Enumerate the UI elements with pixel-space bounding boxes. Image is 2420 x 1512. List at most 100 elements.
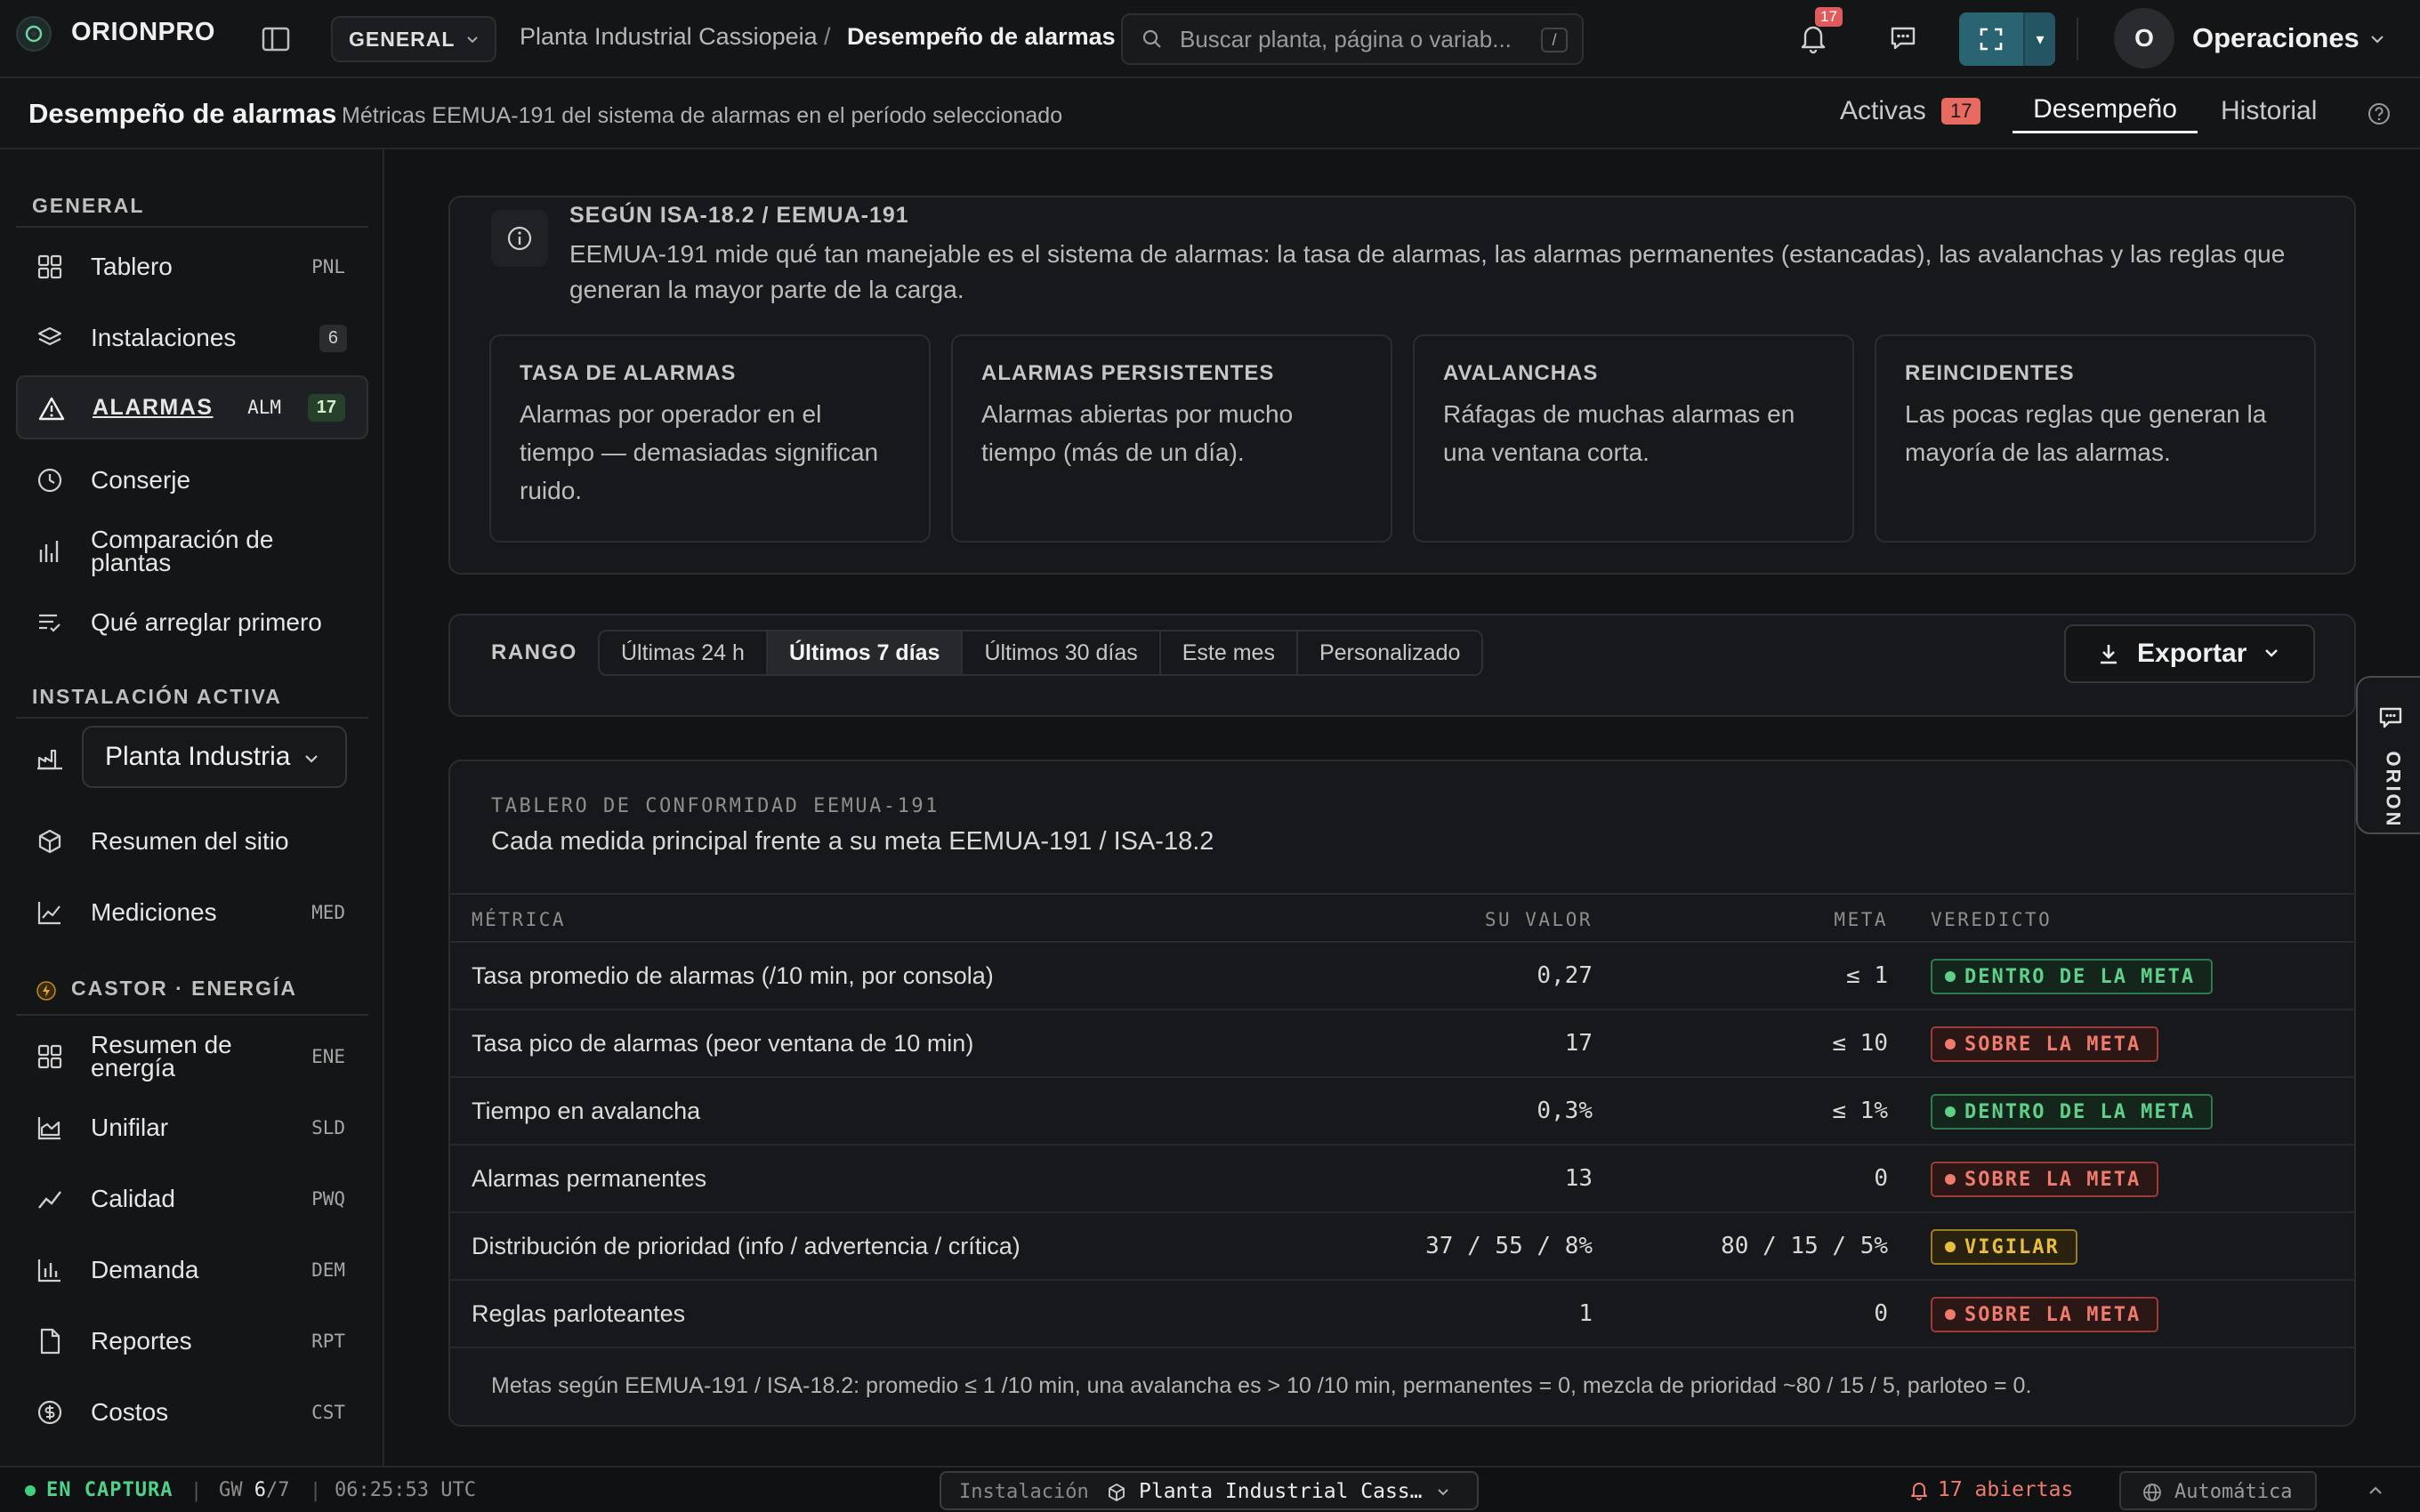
sidebar-item-costs[interactable]: Costos CST (16, 1380, 368, 1444)
mode-selector[interactable]: Automática (2119, 1471, 2317, 1510)
status-badge-label: DENTRO DE LA META (1964, 965, 2196, 988)
sidebar-item-energy-summary[interactable]: Resumen de energía ENE (16, 1025, 368, 1089)
sidebar-item-label: Mediciones (91, 898, 217, 926)
metric-value: 0,27 (1537, 962, 1593, 989)
scorecard-footnote: Metas según EEMUA-191 / ISA-18.2: promed… (491, 1373, 2032, 1398)
divider (16, 1014, 368, 1016)
warning-icon (38, 397, 65, 421)
divider: | (310, 1480, 322, 1502)
workspace-label: GENERAL (349, 27, 456, 51)
sidebar-item-single-line[interactable]: Unifilar SLD (16, 1096, 368, 1160)
table-row: Tiempo en avalancha 0,3% ≤ 1% DENTRO DE … (450, 1078, 2354, 1146)
help-icon[interactable] (2367, 101, 2392, 126)
sidebar-item-code: PWQ (311, 1188, 345, 1210)
range-option-custom[interactable]: Personalizado (1298, 631, 1481, 674)
table-row: Tasa pico de alarmas (peor ventana de 10… (450, 1010, 2354, 1078)
search-input[interactable]: Buscar planta, página o variab... / (1121, 13, 1584, 65)
status-badge: SOBRE LA META (1931, 1162, 2159, 1197)
clock-icon (37, 468, 62, 493)
fullscreen-button[interactable]: ▾ (1959, 12, 2055, 66)
tab-active[interactable]: Activas (1840, 96, 1926, 126)
export-button[interactable]: Exportar (2064, 624, 2315, 683)
sidebar-item-plant-comparison[interactable]: Comparación de plantas (16, 519, 368, 583)
sidebar-item-site-summary[interactable]: Resumen del sitio (16, 809, 368, 873)
sidebar-item-alarms[interactable]: ALARMAS ALM 17 (16, 375, 368, 439)
search-shortcut: / (1541, 28, 1568, 52)
sidebar-toggle-icon[interactable] (260, 23, 292, 55)
installation-selector[interactable]: Instalación Planta Industrial Cass… (940, 1471, 1479, 1510)
sidebar-item-code: CST (311, 1402, 345, 1423)
range-selector: Últimas 24 h Últimos 7 días Últimos 30 d… (598, 630, 1484, 676)
metric-value: 1 (1578, 1300, 1593, 1327)
fullscreen-dropdown-icon[interactable]: ▾ (2023, 12, 2055, 66)
user-name[interactable]: Operaciones (2192, 22, 2360, 54)
sidebar-item-quality[interactable]: Calidad PWQ (16, 1167, 368, 1231)
sidebar-item-measurements[interactable]: Mediciones MED (16, 881, 368, 945)
top-bar: ORIONPRO GENERAL Planta Industrial Cassi… (0, 0, 2420, 78)
chat-icon[interactable] (1888, 23, 1918, 53)
concept-card-repeat-offenders: REINCIDENTES Las pocas reglas que genera… (1875, 334, 2316, 543)
grid-icon (37, 1044, 62, 1069)
plant-selector[interactable]: Planta Industrial Cassiopeia (82, 726, 347, 788)
sidebar-item-demand[interactable]: Demanda DEM (16, 1238, 368, 1302)
sidebar-item-fix-first[interactable]: Qué arreglar primero (16, 591, 368, 655)
tab-performance[interactable]: Desempeño (2013, 94, 2198, 133)
divider (16, 717, 368, 719)
concept-card-body: Las pocas reglas que generan la mayoría … (1905, 400, 2267, 466)
sidebar-item-label: Tablero (91, 253, 173, 280)
open-alarms-count[interactable]: 17 abiertas (1938, 1478, 2073, 1501)
metric-name: Reglas parloteantes (472, 1300, 686, 1327)
sidebar-section-energy: CASTOR · ENERGÍA (71, 977, 297, 1000)
tab-history[interactable]: Historial (2221, 96, 2317, 126)
workspace-selector[interactable]: GENERAL (331, 16, 496, 62)
sidebar-item-code: MED (311, 902, 345, 923)
table-row: Alarmas permanentes 13 0 SOBRE LA META (450, 1146, 2354, 1213)
status-badge-label: VIGILAR (1964, 1235, 2060, 1259)
energy-icon (36, 981, 56, 1001)
chevron-down-icon (2265, 649, 2279, 657)
column-header-goal: META (1834, 909, 1888, 930)
status-badge-label: SOBRE LA META (1964, 1303, 2142, 1326)
sidebar-item-reports[interactable]: Reportes RPT (16, 1309, 368, 1373)
sidebar-item-dashboard[interactable]: Tablero PNL (16, 235, 368, 299)
status-badge-label: DENTRO DE LA META (1964, 1100, 2196, 1123)
gateway-status: GW 6/7 (219, 1479, 290, 1501)
info-title: SEGÚN ISA-18.2 / EEMUA-191 (569, 203, 909, 228)
currency-icon (37, 1400, 62, 1425)
status-bar: EN CAPTURA | GW 6/7 | 06:25:53 UTC Insta… (0, 1466, 2420, 1512)
status-badge: VIGILAR (1931, 1229, 2077, 1265)
orion-assistant-tab[interactable]: ORION (2356, 676, 2420, 834)
sidebar-item-label: Unifilar (91, 1114, 169, 1141)
eemua-info-panel: SEGÚN ISA-18.2 / EEMUA-191 EEMUA-191 mid… (448, 196, 2356, 575)
table-header: MÉTRICA SU VALOR META VEREDICTO (450, 893, 2354, 943)
capture-status: EN CAPTURA (46, 1479, 173, 1501)
chevron-down-icon[interactable] (2368, 30, 2386, 48)
metric-name: Alarmas permanentes (472, 1165, 707, 1192)
globe-icon (2143, 1484, 2161, 1501)
orion-logo-icon[interactable] (16, 16, 52, 52)
metric-goal: 0 (1874, 1300, 1888, 1327)
range-option-this-month[interactable]: Este mes (1161, 631, 1298, 674)
scorecard-title: Cada medida principal frente a su meta E… (491, 827, 1214, 856)
scorecard-eyebrow: TABLERO DE CONFORMIDAD EEMUA-191 (491, 795, 940, 817)
sidebar-item-count: 6 (319, 324, 347, 352)
divider (2077, 18, 2078, 60)
factory-icon (37, 749, 62, 770)
tab-active-count: 17 (1941, 98, 1981, 125)
range-option-7d[interactable]: Últimos 7 días (767, 631, 964, 674)
sidebar-item-concierge[interactable]: Conserje (16, 448, 368, 512)
metric-goal: ≤ 1% (1832, 1098, 1888, 1124)
divider: | (190, 1480, 203, 1502)
sidebar-item-label: Resumen del sitio (91, 827, 289, 855)
range-option-30d[interactable]: Últimos 30 días (963, 631, 1161, 674)
sidebar-item-label: Calidad (91, 1185, 175, 1212)
metric-value: 17 (1564, 1030, 1593, 1057)
bell-icon (1911, 1483, 1927, 1500)
avatar[interactable]: O (2114, 8, 2174, 68)
sidebar-item-installations[interactable]: Instalaciones 6 (16, 306, 368, 370)
chevron-up-icon[interactable] (2367, 1484, 2384, 1498)
concept-card-title: ALARMAS PERSISTENTES (981, 361, 1275, 385)
breadcrumb-plant[interactable]: Planta Industrial Cassiopeia (520, 23, 818, 51)
fullscreen-icon[interactable] (1959, 12, 2023, 66)
range-option-24h[interactable]: Últimas 24 h (600, 631, 768, 674)
